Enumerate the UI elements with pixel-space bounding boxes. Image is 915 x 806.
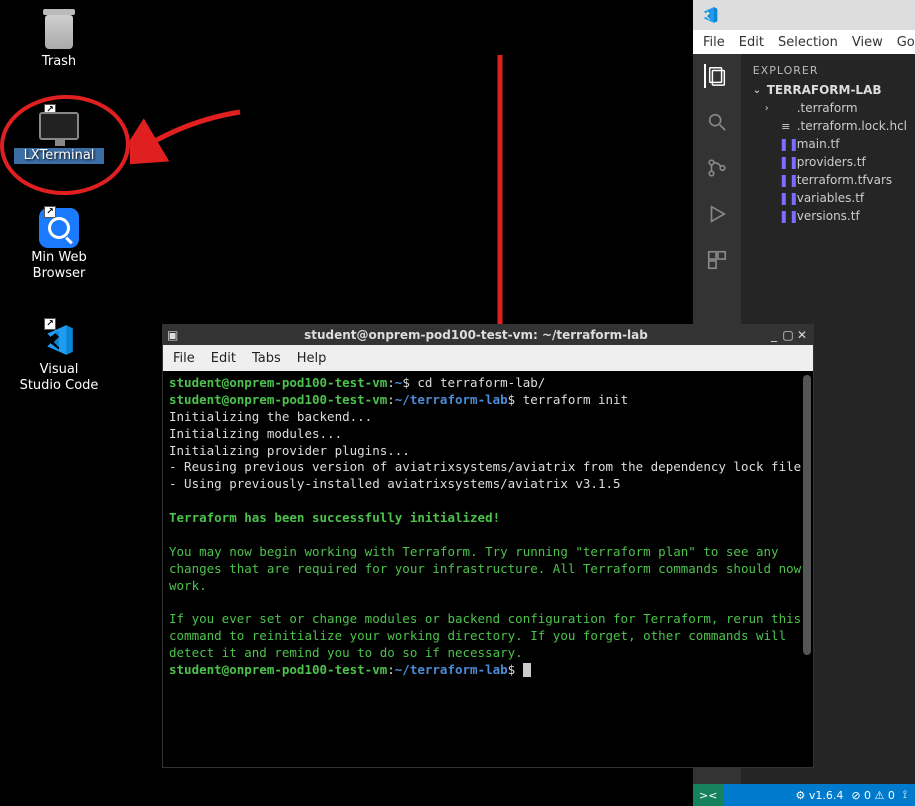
terraform-icon: ❚❚ <box>779 137 793 151</box>
term-menu-edit[interactable]: Edit <box>211 351 236 366</box>
terraform-icon: ❚❚ <box>779 155 793 169</box>
scrollbar[interactable] <box>803 375 811 655</box>
search-icon[interactable] <box>705 110 729 134</box>
remote-indicator[interactable]: >< <box>693 784 723 806</box>
lock-file-icon: ≡ <box>779 120 793 133</box>
icon-label: Min Web Browser <box>14 250 104 281</box>
vscode-icon <box>701 6 719 24</box>
tree-file[interactable]: ❚❚versions.tf <box>745 207 911 225</box>
vscode-menubar: File Edit Selection View Go <box>693 30 915 54</box>
tree-file[interactable]: ❚❚terraform.tfvars <box>745 171 911 189</box>
annotation-arrow-icon <box>130 100 250 170</box>
tree-folder[interactable]: ›.terraform <box>745 99 911 117</box>
status-radio-icon[interactable]: ⟟ <box>903 788 907 802</box>
status-problems[interactable]: ⊘ 0 ⚠ 0 <box>851 789 895 802</box>
term-menu-file[interactable]: File <box>173 351 195 366</box>
terminal-title: student@onprem-pod100-test-vm: ~/terrafo… <box>185 328 767 342</box>
tree-file[interactable]: ❚❚providers.tf <box>745 153 911 171</box>
terraform-icon: ❚❚ <box>779 209 793 223</box>
maximize-button[interactable]: ▢ <box>781 328 795 342</box>
terminal-body[interactable]: student@onprem-pod100-test-vm:~$ cd terr… <box>163 371 813 767</box>
annotation-arrow-icon <box>470 50 530 370</box>
terraform-icon: ❚❚ <box>779 173 793 187</box>
explorer-icon[interactable] <box>704 64 728 88</box>
terminal-icon <box>39 112 79 140</box>
tree-file[interactable]: ≡.terraform.lock.hcl <box>745 117 911 135</box>
chevron-right-icon: › <box>765 103 775 114</box>
term-menu-help[interactable]: Help <box>297 351 327 366</box>
menu-selection[interactable]: Selection <box>778 35 838 50</box>
terminal-titlebar[interactable]: ▣ student@onprem-pod100-test-vm: ~/terra… <box>163 325 813 345</box>
close-button[interactable]: ✕ <box>795 328 809 342</box>
menu-file[interactable]: File <box>703 35 725 50</box>
menu-view[interactable]: View <box>852 35 883 50</box>
status-version[interactable]: ⚙ v1.6.4 <box>795 789 843 802</box>
icon-label: LXTerminal <box>14 148 104 164</box>
vscode-titlebar[interactable] <box>693 0 915 30</box>
icon-label: Trash <box>14 54 104 70</box>
explorer-title: EXPLORER <box>745 60 911 81</box>
terminal-cursor <box>523 663 531 677</box>
vscode-statusbar: >< ⚙ v1.6.4 ⊘ 0 ⚠ 0 ⟟ <box>693 784 915 806</box>
menu-go[interactable]: Go <box>897 35 915 50</box>
run-debug-icon[interactable] <box>705 202 729 226</box>
tree-file[interactable]: ❚❚variables.tf <box>745 189 911 207</box>
terraform-icon: ❚❚ <box>779 191 793 205</box>
chevron-down-icon: ⌄ <box>753 85 763 96</box>
terminal-window: ▣ student@onprem-pod100-test-vm: ~/terra… <box>162 324 814 768</box>
minimize-button[interactable]: _ <box>767 328 781 342</box>
tree-root[interactable]: ⌄TERRAFORM-LAB <box>745 81 911 99</box>
desktop-icon-trash[interactable]: Trash <box>14 12 104 70</box>
terminal-menubar: File Edit Tabs Help <box>163 345 813 371</box>
source-control-icon[interactable] <box>705 156 729 180</box>
shortcut-badge-icon: ↗ <box>44 206 56 218</box>
term-menu-tabs[interactable]: Tabs <box>252 351 281 366</box>
trash-icon <box>45 15 73 49</box>
menu-edit[interactable]: Edit <box>739 35 764 50</box>
desktop-icon-minweb[interactable]: ↗ Min Web Browser <box>14 208 104 281</box>
icon-label: Visual Studio Code <box>14 362 104 393</box>
shortcut-badge-icon: ↗ <box>44 318 56 330</box>
terminal-titlebar-icon: ▣ <box>167 328 181 342</box>
desktop-icon-vscode[interactable]: ↗ Visual Studio Code <box>14 320 104 393</box>
desktop-icon-lxterminal[interactable]: ↗ LXTerminal <box>14 106 104 164</box>
extensions-icon[interactable] <box>705 248 729 272</box>
tree-file[interactable]: ❚❚main.tf <box>745 135 911 153</box>
